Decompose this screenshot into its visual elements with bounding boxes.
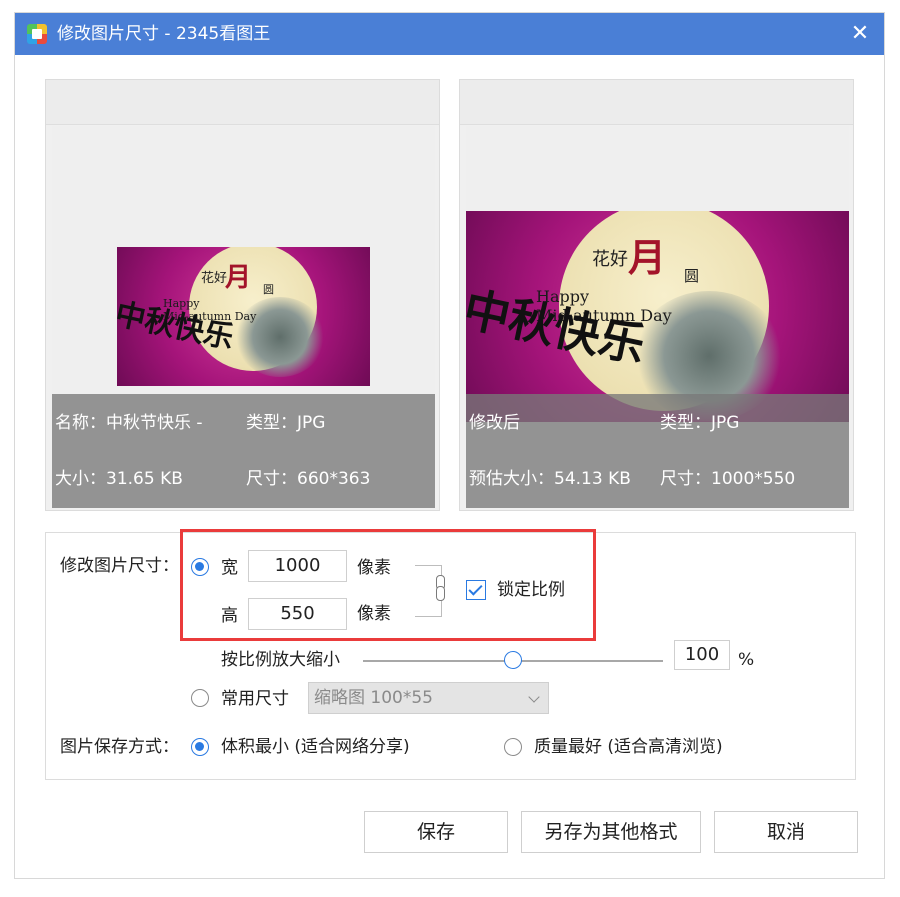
preview-header-strip [460,80,853,125]
save-mode-small-label: 体积最小 (适合网络分享) [221,737,410,757]
cancel-button[interactable]: 取消 [714,811,858,853]
image-text-round: 圆 [263,283,274,296]
scale-input[interactable]: 100 [674,640,730,670]
save-mode-label: 图片保存方式： [60,737,179,757]
original-size: 大小：31.65 KB [55,469,183,489]
modified-preview-panel: 花好 月 圆 Happy Mid-autumn Day 中秋快乐 修改后 类型：… [459,79,854,511]
save-as-format-button[interactable]: 另存为其他格式 [521,811,701,853]
image-text-round: 圆 [684,267,700,285]
original-type: 类型：JPG [246,413,326,433]
peony-flower [235,297,325,377]
modified-info-overlay: 修改后 类型：JPG 预估大小：54.13 KB 尺寸：1000*550 [466,394,849,508]
scale-slider-thumb[interactable] [504,651,522,669]
common-size-radio[interactable] [191,689,209,707]
close-icon[interactable]: ✕ [846,20,874,48]
common-size-label: 常用尺寸 [221,689,289,709]
save-mode-quality-radio[interactable] [504,738,522,756]
annotation-highlight-box [180,529,596,641]
chevron-down-icon [528,691,540,703]
common-size-value: 缩略图 100*55 [314,688,433,708]
common-size-dropdown[interactable]: 缩略图 100*55 [308,682,549,714]
image-text-moon-char: 月 [225,263,252,293]
window-title: 修改图片尺寸 - 2345看图王 [57,24,271,44]
save-button[interactable]: 保存 [364,811,508,853]
image-text-flower: 花好 [201,271,228,286]
original-dims: 尺寸：660*363 [246,469,371,489]
original-info-overlay: 名称：中秋节快乐 - 类型：JPG 大小：31.65 KB 尺寸：660*363 [52,394,435,508]
percent-sign: % [738,650,755,670]
preview-header-strip [46,80,439,125]
estimated-size: 预估大小：54.13 KB [469,469,631,489]
original-image: 花好 月 圆 Happy Mid-autumn Day 中秋快乐 [117,247,370,386]
original-name: 名称：中秋节快乐 - [55,413,203,433]
resize-label: 修改图片尺寸： [60,556,179,576]
title-bar: 修改图片尺寸 - 2345看图王 ✕ [15,13,884,55]
modified-type: 类型：JPG [660,413,740,433]
modified-label: 修改后 [469,413,520,433]
save-mode-quality-label: 质量最好 (适合高清浏览) [534,737,723,757]
original-preview-panel: 花好 月 圆 Happy Mid-autumn Day 中秋快乐 名称：中秋节快… [45,79,440,511]
modified-image: 花好 月 圆 Happy Mid-autumn Day 中秋快乐 [466,211,849,422]
image-text-moon-char: 月 [628,235,667,280]
scale-label: 按比例放大缩小 [221,650,340,670]
modified-dims: 尺寸：1000*550 [660,469,796,489]
image-text-flower: 花好 [592,249,628,270]
resize-dialog: 修改图片尺寸 - 2345看图王 ✕ 花好 月 圆 Happy Mid-autu… [14,12,885,879]
save-mode-small-radio[interactable] [191,738,209,756]
app-logo-icon [27,24,47,44]
